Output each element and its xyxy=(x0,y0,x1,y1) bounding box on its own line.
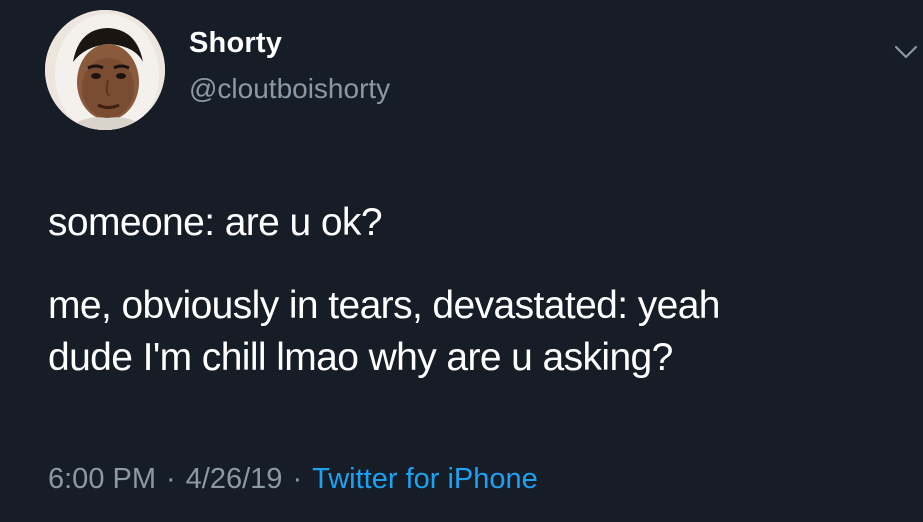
chevron-down-icon[interactable] xyxy=(893,40,919,64)
tweet-text: someone: are u ok? me, obviously in tear… xyxy=(48,197,908,384)
tweet-date[interactable]: 4/26/19 xyxy=(186,463,283,495)
tweet-card: Shorty @cloutboishorty someone: are u ok… xyxy=(0,0,923,522)
meta-separator: · xyxy=(166,463,176,495)
tweet-text-line: someone: are u ok? xyxy=(48,201,383,244)
tweet-text-line: me, obviously in tears, devastated: yeah xyxy=(48,284,720,327)
meta-separator: · xyxy=(292,463,303,495)
tweet-time[interactable]: 6:00 PM xyxy=(48,463,156,495)
author-handle[interactable]: @cloutboishorty xyxy=(189,73,390,105)
tweet-source-link[interactable]: Twitter for iPhone xyxy=(312,463,538,495)
author-display-name[interactable]: Shorty xyxy=(189,27,282,60)
tweet-meta: 6:00 PM · 4/26/19 · Twitter for iPhone xyxy=(48,463,538,496)
tweet-text-line: dude I'm chill lmao why are u asking? xyxy=(48,336,673,379)
avatar[interactable] xyxy=(45,10,165,130)
avatar-image xyxy=(45,10,165,130)
